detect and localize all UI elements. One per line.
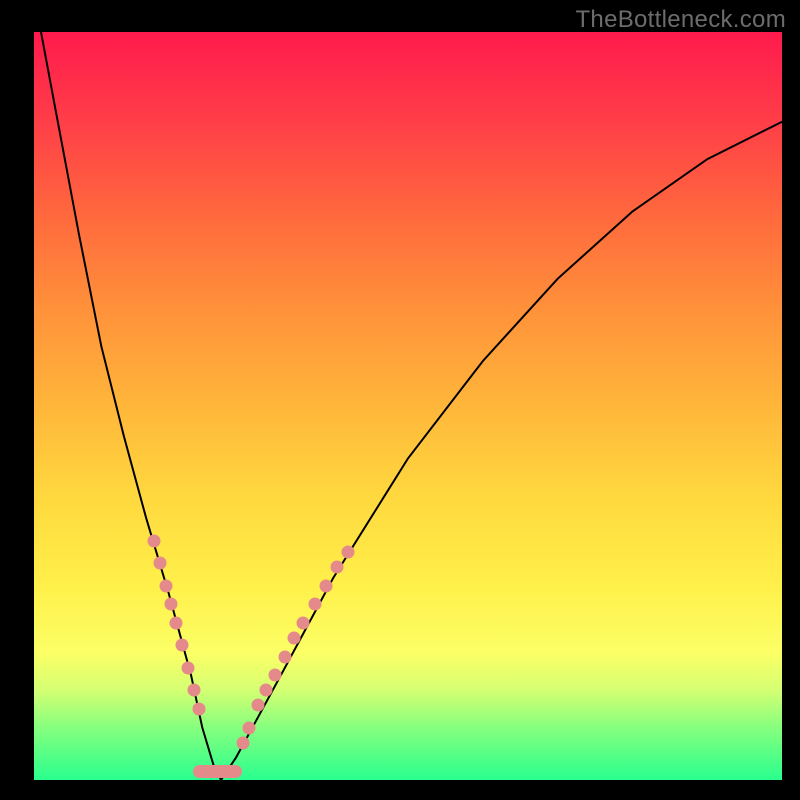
marker-right-9 [319, 579, 332, 592]
marker-right-0 [237, 736, 250, 749]
marker-right-7 [297, 616, 310, 629]
marker-right-6 [288, 631, 301, 644]
marker-right-11 [342, 545, 355, 558]
marker-left-7 [188, 684, 201, 697]
marker-left-0 [147, 534, 160, 547]
chart-frame: TheBottleneck.com [0, 0, 800, 800]
marker-left-3 [164, 598, 177, 611]
v-curve-path [34, 32, 782, 780]
marker-left-8 [192, 702, 205, 715]
marker-right-1 [243, 721, 256, 734]
bottom-segment [193, 765, 242, 778]
marker-left-5 [176, 639, 189, 652]
marker-left-4 [170, 616, 183, 629]
marker-left-2 [159, 579, 172, 592]
plot-area [34, 32, 782, 780]
watermark-text: TheBottleneck.com [575, 6, 786, 34]
marker-right-5 [278, 650, 291, 663]
marker-left-6 [182, 661, 195, 674]
marker-right-8 [308, 598, 321, 611]
marker-left-1 [153, 557, 166, 570]
marker-right-3 [259, 684, 272, 697]
marker-right-10 [330, 560, 343, 573]
marker-right-2 [252, 699, 265, 712]
marker-right-4 [268, 669, 281, 682]
v-curve-svg [34, 32, 782, 780]
